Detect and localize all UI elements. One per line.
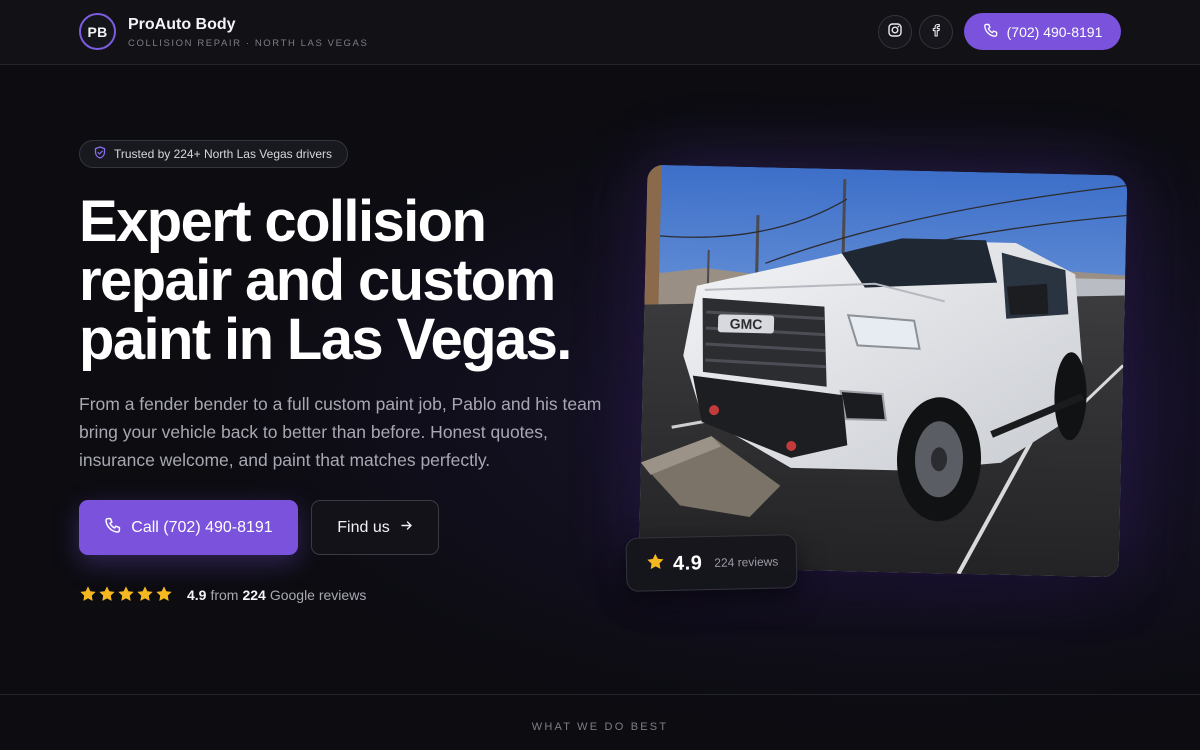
facebook-link[interactable] [919,15,953,49]
star-icon [79,585,97,606]
star-icon [98,585,116,606]
rating-score: 4.9 [187,587,207,603]
rating-card: 4.9 224 reviews [625,534,798,592]
rating-from-text: from [210,587,239,603]
arrow-right-icon [400,519,413,537]
trust-badge-text: Trusted by 224+ North Las Vegas drivers [114,147,333,161]
phone-icon [983,23,998,41]
site-header: PB ProAuto Body COLLISION REPAIR · NORTH… [0,0,1200,65]
hero-subtitle: From a fender bender to a full custom pa… [79,394,602,470]
truck-badge: GMC [730,316,763,333]
hero-title: Expert collision repair and custom paint… [79,189,572,372]
star-icon [117,585,135,606]
header-call-button[interactable]: (702) 490-8191 [964,13,1121,50]
hero-photo: GMC [638,164,1128,578]
google-rating: 4.9 from 224 Google reviews [79,584,366,606]
truck-photo-illustration: GMC [638,164,1128,578]
phone-icon [104,517,121,539]
star-rating [79,585,173,606]
rating-card-reviews: 224 reviews [714,554,779,570]
section-label: WHAT WE DO BEST [531,721,669,733]
page: PB ProAuto Body COLLISION REPAIR · NORTH… [0,0,1200,750]
call-button[interactable]: Call (702) 490-8191 [79,500,298,555]
logo-badge[interactable]: PB [79,13,116,50]
review-source: Google reviews [269,587,367,603]
brand-name[interactable]: ProAuto Body [128,16,236,34]
star-icon [155,585,173,606]
star-icon [646,552,666,576]
review-count: 224 [242,587,266,603]
instagram-link[interactable] [878,15,912,49]
trust-badge: Trusted by 224+ North Las Vegas drivers [79,140,349,168]
star-icon [136,585,154,606]
section-divider [0,694,1200,695]
instagram-icon [888,22,902,42]
facebook-icon [929,23,943,42]
find-us-label: Find us [337,518,390,536]
find-us-button[interactable]: Find us [311,500,439,555]
rating-card-score: 4.9 [672,551,703,575]
call-button-label: Call (702) 490-8191 [131,518,273,536]
shield-icon [94,146,106,162]
header-call-label: (702) 490-8191 [1006,23,1103,40]
brand-tagline: COLLISION REPAIR · NORTH LAS VEGAS [128,38,369,49]
